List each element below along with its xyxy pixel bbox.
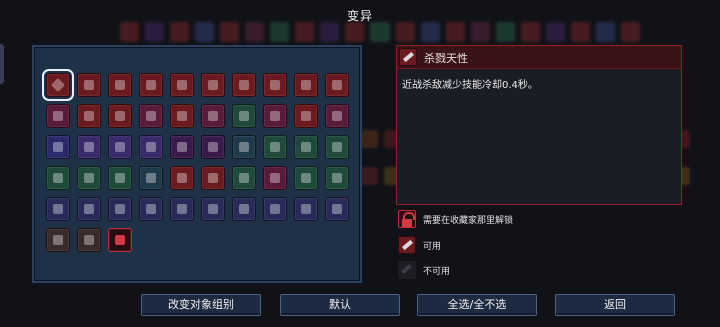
sword-icon (399, 48, 417, 66)
bow-icon[interactable] (77, 73, 101, 97)
book-icon[interactable] (139, 135, 163, 159)
lock-icon (398, 210, 416, 228)
feather-icon[interactable] (170, 135, 194, 159)
shield-icon[interactable] (232, 166, 256, 190)
mutation-detail-panel: 杀戮天性 近战杀敌减少技能冷却0.4秒。 (396, 45, 682, 205)
mutation-name: 杀戮天性 (424, 52, 468, 65)
heart-icon[interactable] (170, 104, 194, 128)
altar-icon[interactable] (170, 197, 194, 221)
hourglass-icon[interactable] (232, 73, 256, 97)
zombie-icon[interactable] (108, 197, 132, 221)
arrow-icon[interactable] (139, 104, 163, 128)
fist-icon[interactable] (294, 197, 318, 221)
tree-icon[interactable] (232, 104, 256, 128)
change-group-button[interactable]: 改变对象组别 (141, 294, 261, 316)
blades-icon[interactable] (108, 73, 132, 97)
dots-icon[interactable] (77, 135, 101, 159)
star-icon[interactable] (294, 73, 318, 97)
coins-icon[interactable] (325, 197, 349, 221)
spark-icon[interactable] (77, 228, 101, 252)
plant-icon[interactable] (77, 197, 101, 221)
back-button[interactable]: 返回 (555, 294, 675, 316)
sword-slash-icon[interactable] (263, 104, 287, 128)
potion-icon[interactable] (201, 73, 225, 97)
chest-icon[interactable] (139, 166, 163, 190)
mask-icon[interactable] (325, 135, 349, 159)
hook-icon[interactable] (325, 104, 349, 128)
knife-icon[interactable] (108, 135, 132, 159)
gems-icon[interactable] (201, 197, 225, 221)
mutation-grid (42, 69, 356, 259)
sword-icon-disabled (398, 261, 416, 279)
mutation-description: 近战杀敌减少技能冷却0.4秒。 (402, 80, 538, 91)
ghost-icon[interactable] (139, 197, 163, 221)
bomb-icon[interactable] (263, 166, 287, 190)
ring-icon[interactable] (108, 104, 132, 128)
select-all-button[interactable]: 全选/全不选 (417, 294, 537, 316)
claw-icon[interactable] (77, 104, 101, 128)
bolt-icon[interactable] (77, 166, 101, 190)
box-icon[interactable] (108, 166, 132, 190)
legend-available-label: 可用 (423, 242, 442, 252)
burst-icon[interactable] (263, 197, 287, 221)
rocket-icon[interactable] (232, 197, 256, 221)
skull-icon[interactable] (46, 104, 70, 128)
lock-icon[interactable] (108, 228, 132, 252)
magnet-icon[interactable] (201, 104, 225, 128)
no-entry-icon[interactable] (170, 73, 194, 97)
lightning-icon[interactable] (325, 73, 349, 97)
flame-bottle-icon[interactable] (46, 228, 70, 252)
chevrons-icon[interactable] (201, 166, 225, 190)
mutation-grid-panel (32, 45, 362, 283)
legend-locked-label: 需要在收藏家那里解锁 (423, 216, 514, 226)
spear-icon[interactable] (46, 135, 70, 159)
default-button[interactable]: 默认 (280, 294, 400, 316)
fire-icon[interactable] (170, 166, 194, 190)
sword-icon[interactable] (42, 69, 74, 101)
sword-icon (398, 236, 416, 254)
crossbow-icon[interactable] (139, 73, 163, 97)
legend-unavailable-label: 不可用 (423, 267, 451, 277)
orb-icon[interactable] (232, 135, 256, 159)
crossed-swords-icon[interactable] (201, 135, 225, 159)
double-arrow-icon[interactable] (46, 197, 70, 221)
flask-icon[interactable] (294, 104, 318, 128)
whirl-icon[interactable] (294, 166, 318, 190)
eye-icon[interactable] (294, 135, 318, 159)
detail-header: 杀戮天性 (397, 46, 681, 69)
cup-icon[interactable] (46, 166, 70, 190)
seed-icon[interactable] (325, 166, 349, 190)
screen-title: 变异 (346, 9, 373, 23)
apple-icon[interactable] (263, 73, 287, 97)
side-tab (0, 44, 4, 84)
torch-icon[interactable] (263, 135, 287, 159)
